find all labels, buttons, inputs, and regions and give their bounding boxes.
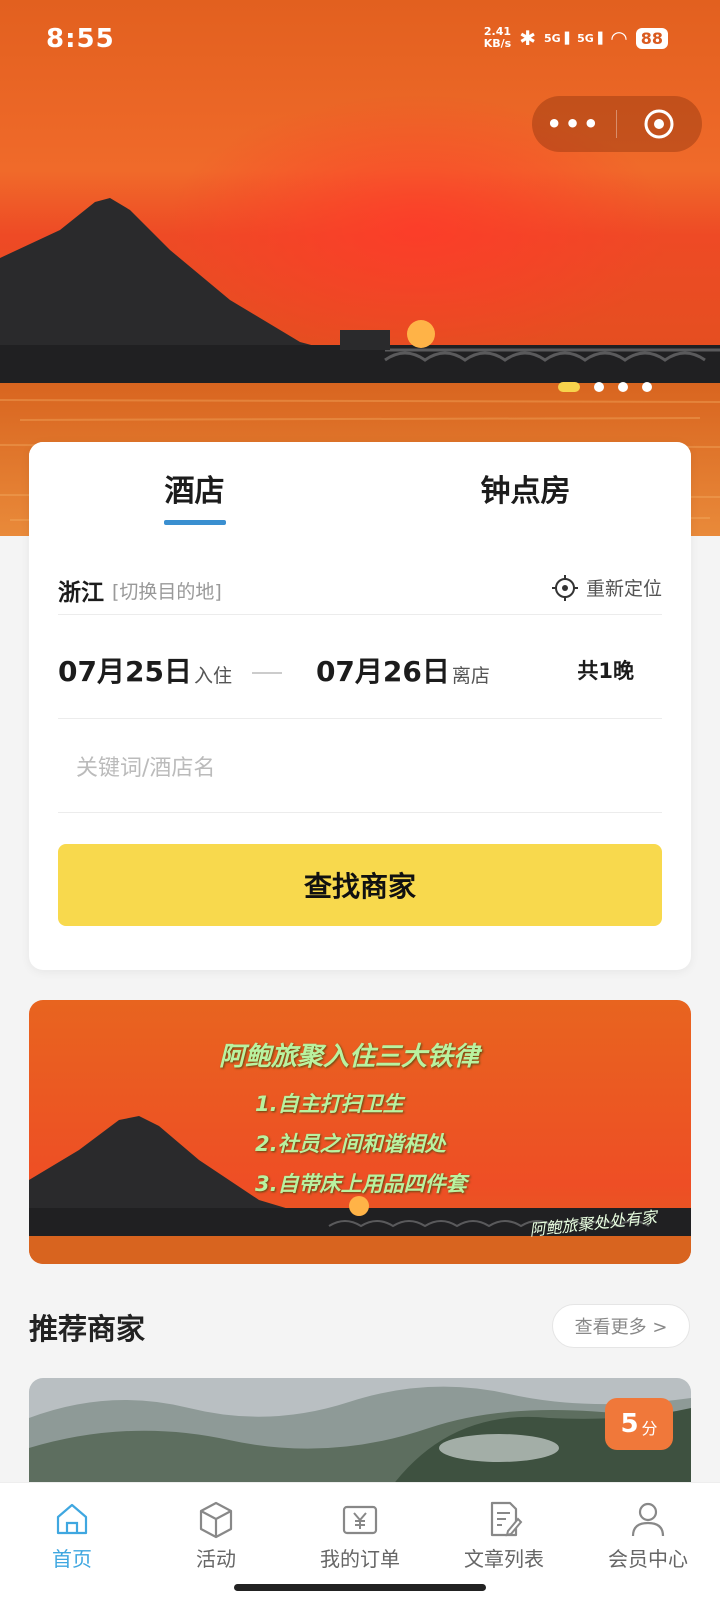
- wifi-icon: ◠: [610, 26, 628, 50]
- signal2-label: 5G: [577, 31, 594, 45]
- rules-banner[interactable]: 阿鲍旅聚入住三大铁律 1.自主打扫卫生 2.社员之间和谐相处 3.自带床上用品四…: [29, 1000, 691, 1264]
- tab-hourly-label: 钟点房: [480, 474, 571, 509]
- banner-rule-3: 3.自带床上用品四件套: [255, 1172, 467, 1196]
- find-merchant-button[interactable]: 查找商家: [58, 844, 662, 926]
- date-separator: [251, 672, 282, 674]
- keyword-search-input[interactable]: 关键词/酒店名: [58, 736, 662, 796]
- status-bar: 8:55 2.41 KB/s ✱ 5G▐ 5G▐ ◠ 88: [0, 0, 720, 80]
- booking-tabs: 酒店 钟点房: [29, 442, 691, 534]
- tab-my-orders[interactable]: 我的订单: [288, 1495, 432, 1572]
- carousel-dot-active[interactable]: [558, 382, 580, 392]
- tab-hotel-label: 酒店: [164, 474, 225, 509]
- see-more-button[interactable]: 查看更多 >: [552, 1304, 690, 1348]
- net-speed: 2.41 KB/s: [484, 26, 511, 50]
- yen-ticket-icon: [342, 1505, 378, 1535]
- signal-5g-icon: 5G▐: [543, 31, 570, 45]
- tab-articles-label: 文章列表: [464, 1547, 544, 1571]
- score-unit: 分: [641, 1419, 658, 1438]
- tab-hourly-room[interactable]: 钟点房: [329, 442, 691, 534]
- switch-destination-link[interactable]: [切换目的地]: [112, 577, 222, 604]
- carousel-dot[interactable]: [618, 382, 628, 392]
- checkin-date[interactable]: 07月25日: [58, 650, 192, 690]
- locate-crosshair-icon: [551, 574, 578, 601]
- recommend-title: 推荐商家: [29, 1312, 146, 1346]
- divider: [58, 812, 662, 813]
- tab-activity-label: 活动: [196, 1547, 236, 1571]
- carousel-dot[interactable]: [642, 382, 652, 392]
- divider: [58, 718, 662, 719]
- location-row: 浙江 [切换目的地] 重新定位: [58, 562, 662, 618]
- merchant-score-badge: 5 分: [605, 1398, 673, 1450]
- status-time: 8:55: [46, 24, 115, 54]
- tab-activity[interactable]: 活动: [144, 1495, 288, 1572]
- home-indicator: [234, 1584, 486, 1591]
- target-circle-icon[interactable]: [617, 107, 701, 141]
- bluetooth-icon: ✱: [519, 26, 536, 50]
- tab-home[interactable]: 首页: [0, 1495, 144, 1572]
- user-icon: [631, 1502, 665, 1537]
- checkin-label: 入住: [193, 664, 232, 687]
- net-speed-unit: KB/s: [483, 37, 512, 50]
- tab-member-center-label: 会员中心: [608, 1547, 688, 1571]
- banner-rule-1: 1.自主打扫卫生: [255, 1092, 404, 1116]
- home-icon: [56, 1503, 88, 1535]
- miniprogram-capsule: •••: [532, 96, 702, 152]
- signal-5g-icon-2: 5G▐: [577, 31, 603, 45]
- date-row[interactable]: 07月25日 入住 07月26日 离店 共1晚: [58, 638, 662, 702]
- banner-rule-2: 2.社员之间和谐相处: [255, 1132, 446, 1156]
- banner-title: 阿鲍旅聚入住三大铁律: [219, 1042, 480, 1072]
- more-dots-icon[interactable]: •••: [532, 110, 616, 138]
- status-icons: 2.41 KB/s ✱ 5G▐ 5G▐ ◠ 88: [484, 26, 668, 50]
- divider: [58, 614, 662, 615]
- merchant-photo: [29, 1378, 691, 1490]
- checkout-date[interactable]: 07月26日: [316, 650, 450, 690]
- tab-member-center[interactable]: 会员中心: [576, 1495, 720, 1572]
- signal1-label: 5G: [543, 31, 561, 45]
- tab-home-label: 首页: [52, 1547, 92, 1571]
- tab-active-underline: [164, 520, 226, 525]
- tab-articles[interactable]: 文章列表: [432, 1495, 576, 1572]
- score-value: 5: [620, 1409, 639, 1439]
- banner-signature: 阿鲍旅聚处处有家: [528, 1207, 658, 1240]
- relocate-button[interactable]: 重新定位: [551, 574, 662, 601]
- banner-text-layer: 阿鲍旅聚入住三大铁律 1.自主打扫卫生 2.社员之间和谐相处 3.自带床上用品四…: [29, 1000, 691, 1264]
- nights-count: 共1晚: [577, 659, 634, 683]
- carousel-indicators: [558, 382, 652, 392]
- carousel-dot[interactable]: [594, 382, 604, 392]
- tab-my-orders-label: 我的订单: [320, 1547, 400, 1571]
- merchant-card[interactable]: [29, 1378, 691, 1490]
- location-city[interactable]: 浙江: [58, 573, 104, 607]
- relocate-label: 重新定位: [585, 578, 662, 600]
- box-icon: [199, 1501, 233, 1539]
- battery-indicator: 88: [635, 27, 668, 49]
- document-edit-icon: [490, 1501, 523, 1537]
- booking-card: 酒店 钟点房 浙江 [切换目的地] 重新定位 07月25日 入住 07月26日 …: [29, 442, 691, 970]
- checkout-label: 离店: [451, 664, 490, 687]
